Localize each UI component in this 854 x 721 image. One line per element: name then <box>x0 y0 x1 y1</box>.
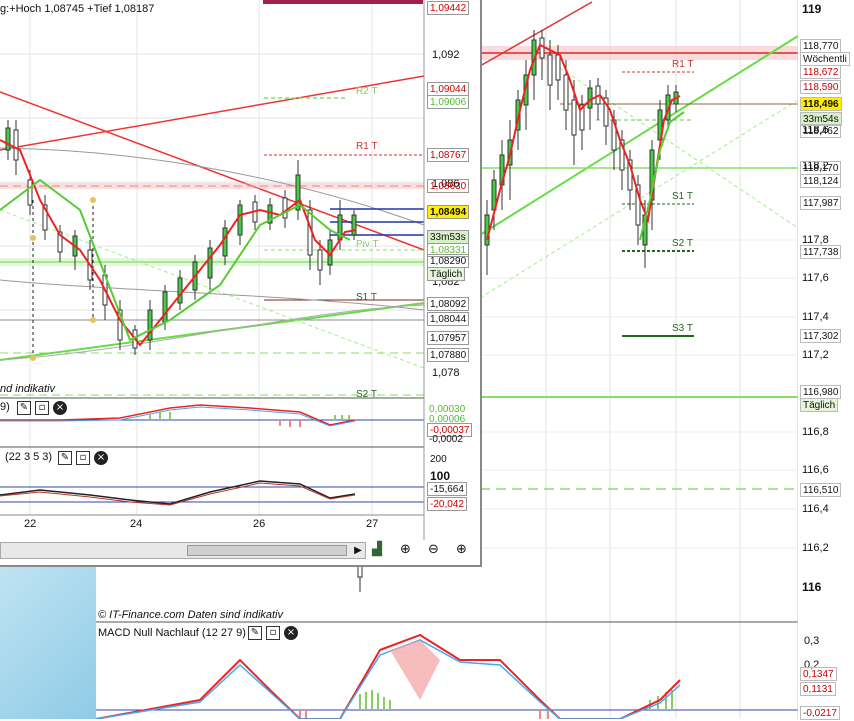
macd-tag: -0,0002 <box>429 434 463 445</box>
front-price-axis: 1,092 1,086 1,082 1,078 1,09442 1,09044 … <box>425 0 480 540</box>
price-tag: 1,09442 <box>427 1 470 15</box>
front-macd-label: 9) <box>0 401 10 413</box>
price-tag: 118,124 <box>800 174 842 188</box>
date-label: 27 <box>366 518 379 530</box>
chart-type-icon[interactable]: ▟ <box>372 542 390 560</box>
back-macd-label: MACD Null Nachlauf (12 27 9) <box>98 627 246 639</box>
front-chart-window[interactable]: g:+Hoch 1,08745 +Tief 1,08187 nd indikat… <box>0 0 482 567</box>
back-macd-histogram <box>359 690 673 710</box>
back-level-r1: R1 T <box>672 59 694 70</box>
price-tag: 1,08044 <box>427 312 470 326</box>
macd-axis-label: 0,3 <box>804 635 820 647</box>
price-tag: 1,09006 <box>427 95 470 109</box>
price-tag: 1,08092 <box>427 297 470 311</box>
date-label: 22 <box>24 518 37 530</box>
close-icon[interactable]: × <box>53 401 67 415</box>
front-level-r1: R1 T <box>356 141 378 152</box>
current-price-tag: 1,08494 <box>427 205 470 219</box>
window-icon[interactable]: ▫ <box>35 401 49 415</box>
front-level-r2: R2 T <box>356 86 378 97</box>
price-tag: 117,302 <box>800 329 842 343</box>
price-tag: 118,672 <box>800 65 842 79</box>
front-header: g:+Hoch 1,08745 +Tief 1,08187 <box>0 3 155 15</box>
horizontal-scrollbar[interactable] <box>0 542 366 559</box>
front-osc-label: (22 3 5 3) <box>5 451 53 463</box>
axis-label: 117,2 <box>802 349 829 361</box>
price-tag: 1,08767 <box>427 148 470 162</box>
osc-tag: -15,664 <box>427 482 467 496</box>
window-icon[interactable]: ▫ <box>76 451 90 465</box>
price-tag: 118,770 <box>800 39 842 53</box>
axis-label: 116,6 <box>802 464 829 476</box>
price-tag: 118,170 <box>800 161 842 175</box>
background-window-area <box>0 567 96 719</box>
period-tag: Täglich <box>427 267 466 281</box>
back-level-s1: S1 T <box>672 191 693 202</box>
current-price-tag: 118,496 <box>800 97 842 111</box>
price-tag: 117,987 <box>800 196 842 210</box>
price-tag: 117,738 <box>800 245 842 259</box>
scrollbar-thumb[interactable] <box>187 545 347 556</box>
axis-label: 1,092 <box>432 49 460 61</box>
zoom-fit-icon[interactable]: ⊕ <box>400 542 418 560</box>
axis-label: 1,078 <box>432 367 460 379</box>
price-tag: 1,08630 <box>427 179 470 193</box>
osc-axis-label: 100 <box>430 469 451 483</box>
front-level-s1: S1 T <box>356 292 377 303</box>
price-tag: 116,980 <box>800 385 842 399</box>
axis-label: 116,4 <box>802 503 829 515</box>
back-footer-note: © IT-Finance.com Daten sind indikativ <box>98 609 284 621</box>
wrench-icon[interactable]: ✎ <box>248 626 262 640</box>
front-data-note: nd indikativ <box>0 383 56 395</box>
price-tag: 1,07957 <box>427 331 470 345</box>
axis-label: 116 <box>802 580 822 594</box>
date-label: 24 <box>130 518 143 530</box>
zoom-in-icon[interactable]: ⊕ <box>456 542 474 560</box>
axis-label: 119 <box>802 2 822 16</box>
back-level-s2: S2 T <box>672 238 693 249</box>
wrench-icon[interactable]: ✎ <box>17 401 31 415</box>
osc-axis-label: 200 <box>430 454 447 465</box>
back-level-s3: S3 T <box>672 323 693 334</box>
close-icon[interactable]: × <box>94 451 108 465</box>
wrench-icon[interactable]: ✎ <box>58 451 72 465</box>
date-label: 26 <box>253 518 266 530</box>
osc-tag: -20,042 <box>427 497 467 511</box>
close-icon[interactable]: × <box>284 626 298 640</box>
front-date-axis: 22 24 26 27 <box>0 516 424 538</box>
countdown-tag: 33m53s <box>427 230 469 244</box>
price-tag: 1,08290 <box>427 254 470 268</box>
price-tag: 116,510 <box>800 483 842 497</box>
axis-label: 116,8 <box>802 426 829 438</box>
price-tag: 118,462 <box>800 124 842 138</box>
back-macd-histogram-neg <box>299 710 549 719</box>
macd-tag: 0,1347 <box>800 667 837 681</box>
window-icon[interactable]: ▫ <box>266 626 280 640</box>
front-chart-canvas[interactable] <box>0 0 482 567</box>
price-tag: 1,07880 <box>427 348 470 362</box>
macd-tag: 0,1131 <box>800 682 836 696</box>
scroll-right-arrow[interactable]: ▶ <box>350 542 366 559</box>
price-tag: 118,590 <box>800 80 842 94</box>
back-price-axis: 119 118,6 118,2 117,8 117,6 117,4 117,2 … <box>798 0 854 720</box>
price-tag: Wöchentli <box>800 52 850 66</box>
period-tag: Täglich <box>800 398 839 412</box>
price-tag: 1,09044 <box>427 82 470 96</box>
zoom-out-icon[interactable]: ⊖ <box>428 542 446 560</box>
front-level-piv: Piv T <box>356 239 379 250</box>
macd-tag: -0,0217 <box>800 706 840 720</box>
axis-label: 116,2 <box>802 542 829 554</box>
front-level-s2: S2 T <box>356 389 377 400</box>
axis-label: 117,4 <box>802 311 829 323</box>
axis-label: 117,6 <box>802 272 829 284</box>
